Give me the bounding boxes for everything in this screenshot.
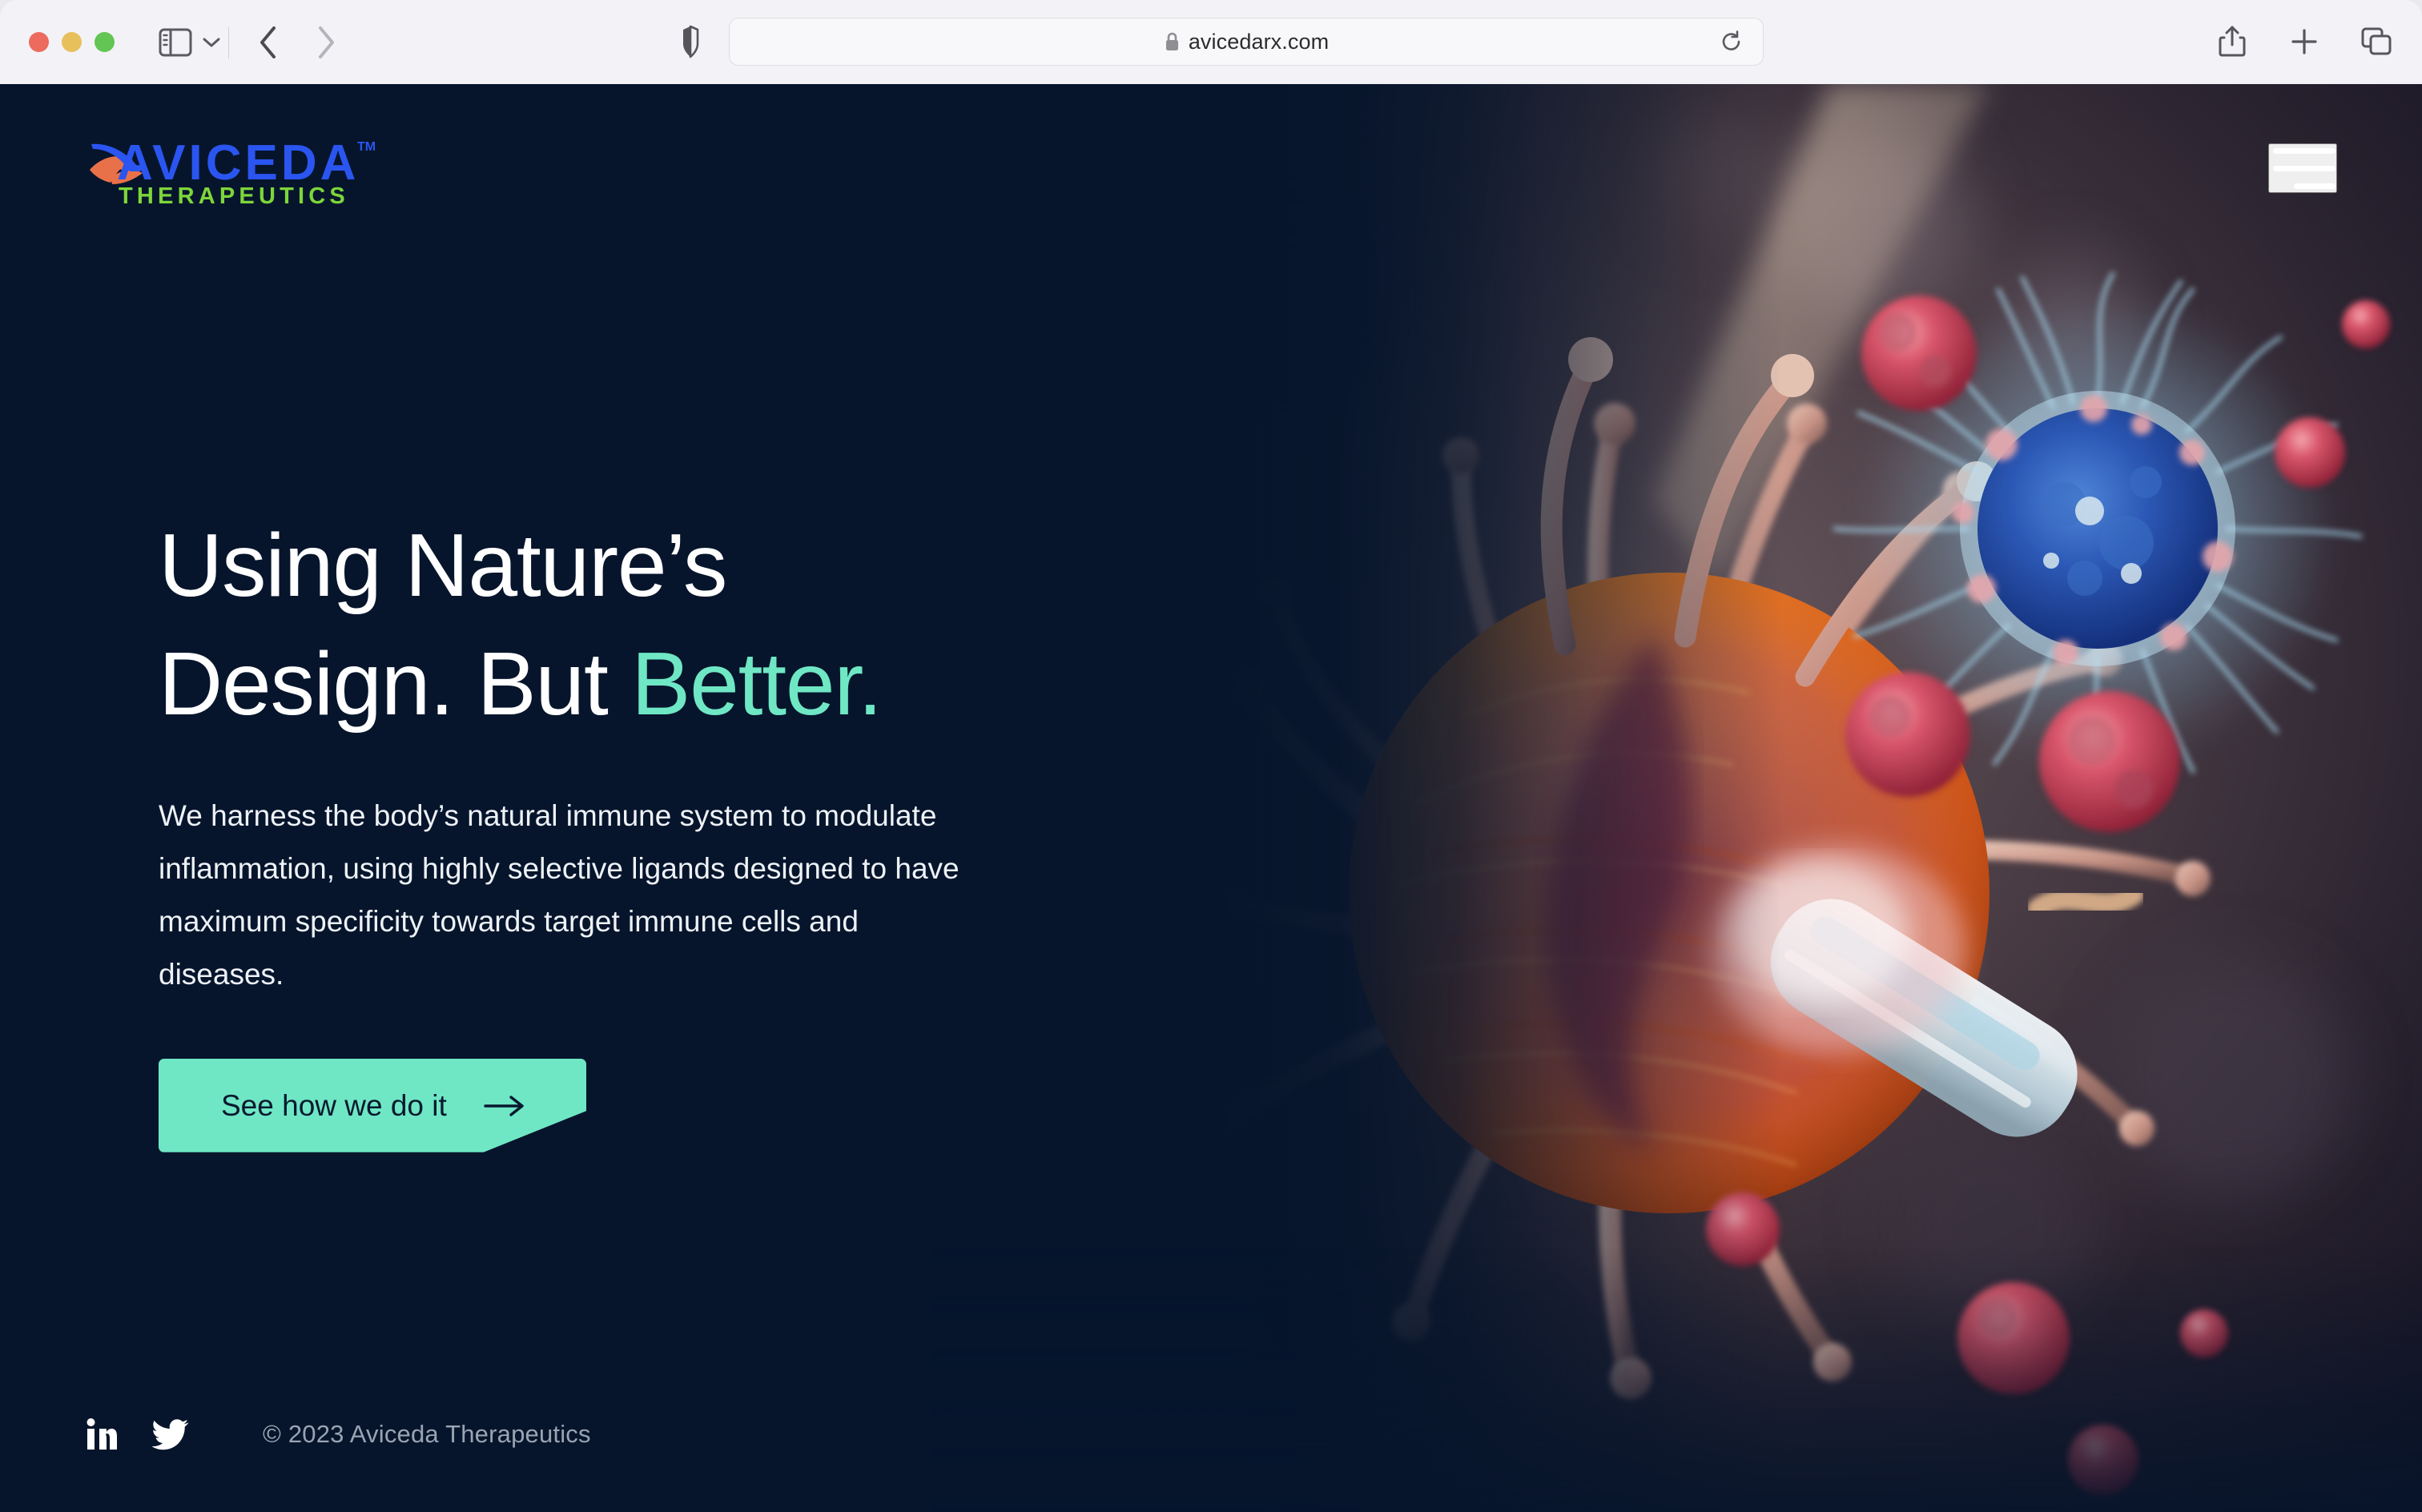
plus-icon bbox=[2291, 29, 2317, 54]
chevron-left-icon bbox=[260, 26, 276, 58]
headline-line-2-plain: Design. But bbox=[159, 633, 632, 734]
forward-button[interactable] bbox=[301, 22, 351, 63]
hero-content: Using Nature’s Design. But Better. We ha… bbox=[159, 507, 1104, 1152]
close-window-button[interactable] bbox=[29, 32, 49, 52]
privacy-report-button[interactable] bbox=[671, 21, 710, 62]
address-bar-content: avicedarx.com bbox=[1164, 30, 1329, 54]
sidebar-toggle-button[interactable] bbox=[158, 25, 193, 60]
address-bar-url: avicedarx.com bbox=[1188, 29, 1330, 54]
window-controls bbox=[29, 32, 115, 52]
browser-toolbar: avicedarx.com bbox=[0, 0, 2422, 84]
arrow-right-icon bbox=[484, 1096, 524, 1116]
address-bar[interactable]: avicedarx.com bbox=[729, 18, 1764, 66]
maximize-window-button[interactable] bbox=[95, 32, 115, 52]
svg-text:AVICEDA: AVICEDA bbox=[117, 135, 359, 191]
tab-overview-icon bbox=[2361, 27, 2392, 55]
hero-illustration bbox=[932, 84, 2422, 1512]
toolbar-divider bbox=[228, 26, 229, 58]
share-button[interactable] bbox=[2214, 23, 2251, 60]
site-footer: © 2023 Aviceda Therapeutics bbox=[83, 1416, 591, 1453]
headline-line-2-accent: Better. bbox=[631, 633, 883, 734]
twitter-icon bbox=[152, 1419, 189, 1450]
logo-trademark: TM bbox=[357, 140, 376, 154]
page-title: Using Nature’s Design. But Better. bbox=[159, 507, 1104, 743]
lock-icon bbox=[1165, 32, 1178, 50]
toolbar-left-group bbox=[115, 22, 351, 63]
reload-icon bbox=[1722, 30, 1740, 50]
copyright-text: © 2023 Aviceda Therapeutics bbox=[263, 1420, 591, 1448]
reload-button[interactable] bbox=[1718, 28, 1745, 55]
logo-link[interactable]: AVICEDA TM THERAPEUTICS bbox=[83, 130, 381, 209]
hamburger-bar-top bbox=[2273, 147, 2336, 154]
cta-label: See how we do it bbox=[221, 1088, 447, 1122]
page-viewport: AVICEDA TM THERAPEUTICS Using Nature’s D… bbox=[0, 84, 2422, 1512]
twitter-link[interactable] bbox=[152, 1416, 189, 1453]
minimize-window-button[interactable] bbox=[62, 32, 82, 52]
sidebar-dropdown-button[interactable] bbox=[198, 25, 225, 60]
aviceda-logo: AVICEDA TM THERAPEUTICS bbox=[90, 135, 376, 209]
hamburger-bar-bottom bbox=[2294, 183, 2336, 189]
linkedin-icon bbox=[86, 1418, 117, 1450]
site-header: AVICEDA TM THERAPEUTICS bbox=[0, 84, 2422, 252]
share-icon bbox=[2219, 26, 2246, 57]
shield-icon bbox=[683, 25, 699, 58]
hamburger-bar-middle bbox=[2273, 165, 2336, 171]
hero-cta-wrapper: See how we do it bbox=[159, 1058, 1104, 1152]
sidebar-icon bbox=[159, 28, 192, 56]
logo-tagline: THERAPEUTICS bbox=[119, 183, 349, 207]
back-button[interactable] bbox=[243, 22, 293, 63]
toolbar-right-group bbox=[2214, 18, 2395, 66]
menu-toggle-button[interactable] bbox=[2268, 143, 2337, 193]
browser-window: avicedarx.com AVICEDA TM THERAPEUTICS Us… bbox=[0, 0, 2422, 1512]
see-how-we-do-it-button[interactable]: See how we do it bbox=[159, 1058, 586, 1152]
linkedin-link[interactable] bbox=[83, 1416, 120, 1453]
headline-line-1: Using Nature’s bbox=[159, 516, 727, 615]
hero-description: We harness the body’s natural immune sys… bbox=[159, 799, 960, 991]
new-tab-button[interactable] bbox=[2286, 23, 2323, 60]
social-links bbox=[83, 1416, 189, 1453]
chevron-right-icon bbox=[319, 26, 334, 58]
tab-overview-button[interactable] bbox=[2358, 23, 2395, 60]
hero-image bbox=[932, 84, 2422, 1512]
chevron-down-icon bbox=[203, 38, 220, 46]
